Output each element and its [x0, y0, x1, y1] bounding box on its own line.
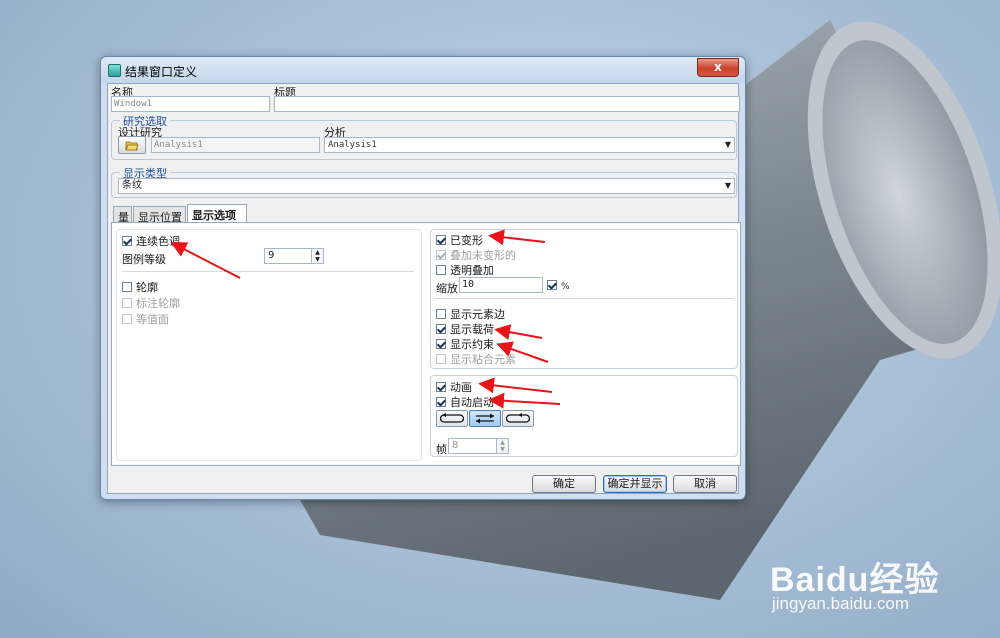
- display-type-group: 显示类型 条纹 ▼: [111, 165, 737, 198]
- animation-reverse-button[interactable]: [469, 410, 501, 427]
- scale-input[interactable]: 10: [459, 277, 543, 293]
- bounce-icon: [506, 413, 530, 423]
- divider: [122, 271, 414, 272]
- deformed-label: 已变形: [450, 234, 483, 247]
- dropdown-arrow-icon: ▼: [724, 181, 731, 190]
- auto-start-checkbox[interactable]: [436, 397, 446, 407]
- legend-levels-spinner[interactable]: 9 ▲ ▼: [264, 248, 324, 264]
- show-bonded-label: 显示粘合元素: [450, 353, 516, 366]
- ok-button[interactable]: 确定: [532, 475, 596, 493]
- display-type-select[interactable]: 条纹 ▼: [118, 178, 735, 194]
- show-bonded-option: 显示粘合元素: [436, 351, 516, 366]
- title-bar[interactable]: 结果窗口定义 x: [101, 57, 745, 83]
- animation-bounce-button[interactable]: [502, 410, 534, 427]
- auto-start-option[interactable]: 自动启动: [436, 394, 494, 409]
- isosurface-checkbox: [122, 314, 132, 324]
- tab-display-location[interactable]: 显示位置: [133, 206, 186, 224]
- show-element-edges-label: 显示元素边: [450, 308, 505, 321]
- show-loads-checkbox[interactable]: [436, 324, 446, 334]
- frames-value: 8: [452, 440, 459, 451]
- deformed-checkbox[interactable]: [436, 235, 446, 245]
- isosurface-label: 等值面: [136, 313, 169, 326]
- spinner-arrows-icon[interactable]: ▲ ▼: [311, 249, 323, 263]
- tab-quantity[interactable]: 量: [113, 206, 132, 224]
- contour-label: 轮廓: [136, 281, 158, 294]
- show-loads-label: 显示载荷: [450, 323, 494, 336]
- scale-percent-option[interactable]: %: [547, 279, 570, 293]
- title-input[interactable]: [274, 96, 740, 112]
- continuous-tone-option[interactable]: 连续色调: [122, 233, 180, 248]
- design-study-input[interactable]: Analysis1: [151, 137, 320, 153]
- frames-label: 帧: [436, 443, 447, 456]
- overlay-undeformed-label: 叠加未变形的: [450, 249, 516, 262]
- show-constraints-label: 显示约束: [450, 338, 494, 351]
- ok-and-show-button[interactable]: 确定并显示: [603, 475, 667, 493]
- loop-icon: [440, 413, 464, 423]
- label-contour-checkbox: [122, 298, 132, 308]
- scale-label: 缩放: [436, 282, 458, 295]
- reverse-loop-icon: [476, 413, 494, 424]
- open-folder-button[interactable]: [118, 136, 146, 154]
- app-icon: [108, 64, 121, 77]
- isosurface-option: 等值面: [122, 311, 169, 326]
- auto-start-label: 自动启动: [450, 396, 494, 409]
- contour-checkbox[interactable]: [122, 282, 132, 292]
- analysis-select-value: Analysis1: [328, 140, 377, 150]
- show-element-edges-checkbox[interactable]: [436, 309, 446, 319]
- animation-loop-button[interactable]: [436, 410, 468, 427]
- divider: [434, 298, 734, 299]
- legend-levels-label: 图例等级: [122, 253, 166, 266]
- deformed-option[interactable]: 已变形: [436, 232, 483, 247]
- show-bonded-checkbox: [436, 354, 446, 364]
- transparent-overlay-option[interactable]: 透明叠加: [436, 262, 494, 277]
- folder-icon: [125, 141, 139, 151]
- overlay-undeformed-option: 叠加未变形的: [436, 247, 516, 262]
- show-constraints-option[interactable]: 显示约束: [436, 336, 494, 351]
- display-type-value: 条纹: [122, 180, 142, 191]
- frames-spinner[interactable]: 8 ▲ ▼: [448, 438, 509, 454]
- label-contour-label: 标注轮廓: [136, 297, 180, 310]
- window-title: 结果窗口定义: [125, 65, 198, 79]
- transparent-overlay-label: 透明叠加: [450, 264, 494, 277]
- name-input[interactable]: Window1: [111, 96, 270, 112]
- study-selection-group: 研究选取 设计研究 Analysis1 分析 Analysis1 ▼: [111, 113, 737, 160]
- result-window-dialog: 结果窗口定义 x 名称 Window1 标题 研究选取 设计研究 Analysi…: [100, 56, 746, 500]
- scale-percent-checkbox[interactable]: [547, 280, 557, 290]
- baidu-watermark-url: jingyan.baidu.com: [772, 594, 910, 613]
- close-button[interactable]: x: [697, 58, 739, 77]
- transparent-overlay-checkbox[interactable]: [436, 265, 446, 275]
- dropdown-arrow-icon: ▼: [724, 140, 731, 149]
- overlay-undeformed-checkbox: [436, 250, 446, 260]
- cancel-button[interactable]: 取消: [673, 475, 737, 493]
- show-element-edges-option[interactable]: 显示元素边: [436, 306, 505, 321]
- dialog-client: 名称 Window1 标题 研究选取 设计研究 Analysis1 分析 Ana…: [107, 83, 741, 494]
- show-loads-option[interactable]: 显示载荷: [436, 321, 494, 336]
- show-constraints-checkbox[interactable]: [436, 339, 446, 349]
- animation-option[interactable]: 动画: [436, 379, 472, 394]
- label-contour-option: 标注轮廓: [122, 295, 180, 310]
- contour-option[interactable]: 轮廓: [122, 279, 158, 294]
- percent-label: %: [561, 282, 570, 292]
- animation-checkbox[interactable]: [436, 382, 446, 392]
- continuous-tone-label: 连续色调: [136, 235, 180, 248]
- legend-levels-value: 9: [268, 250, 275, 261]
- display-options-panel: 连续色调 图例等级 9 ▲ ▼ 轮廓 标注轮廓 等值面 已变形 叠加未变形的 透…: [111, 222, 741, 466]
- animation-label: 动画: [450, 381, 472, 394]
- spinner-arrows-icon[interactable]: ▲ ▼: [496, 439, 508, 453]
- analysis-select[interactable]: Analysis1 ▼: [324, 137, 735, 153]
- tab-display-options[interactable]: 显示选项: [187, 204, 247, 223]
- continuous-tone-checkbox[interactable]: [122, 236, 132, 246]
